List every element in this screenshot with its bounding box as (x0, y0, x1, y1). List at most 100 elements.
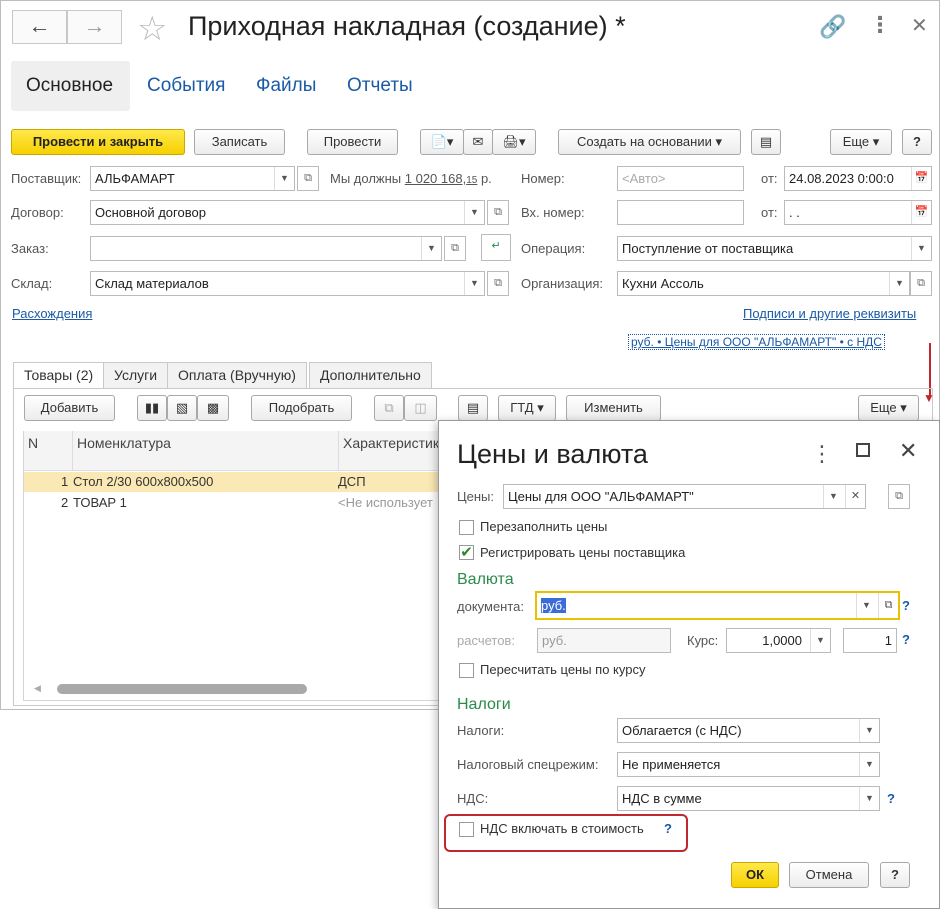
scroll-left-icon[interactable]: ◀ (34, 683, 41, 694)
discrepancies-link[interactable]: Расхождения (12, 306, 92, 321)
prices-field[interactable]: Цены для ООО "АЛЬФАМАРТ" ▼ ✕ (503, 484, 866, 509)
create-based-on-button[interactable]: Создать на основании ▾ (558, 129, 741, 155)
help-icon[interactable]: ? (902, 632, 910, 647)
table-settings-icon[interactable]: ▤ (458, 395, 488, 421)
email-button[interactable]: ✉ (463, 129, 493, 155)
open-icon[interactable]: ⧉ (444, 236, 466, 261)
back-button[interactable]: ← (12, 10, 67, 44)
order-field[interactable]: ▼ (90, 236, 442, 261)
add-button[interactable]: Добавить (24, 395, 115, 421)
cancel-button[interactable]: Отмена (789, 862, 869, 888)
incoming-date-field[interactable]: . . 📅 (784, 200, 932, 225)
chevron-down-icon[interactable]: ▼ (856, 593, 876, 618)
open-icon[interactable]: ⧉ (297, 166, 319, 191)
print-button[interactable]: 🖨▾ (492, 129, 536, 155)
tab-files[interactable]: Файлы (241, 61, 331, 111)
chevron-down-icon[interactable]: ▼ (911, 237, 931, 260)
calendar-icon[interactable]: 📅 (911, 201, 931, 224)
incoming-number-field[interactable] (617, 200, 744, 225)
open-icon[interactable]: ⧉ (487, 271, 509, 296)
more-goods-button[interactable]: Еще ▾ (858, 395, 919, 421)
forward-button[interactable]: → (67, 10, 122, 44)
rate-field[interactable]: 1,0000 ▼ (726, 628, 831, 653)
dialog-help-button[interactable]: ? (880, 862, 910, 888)
close-icon[interactable]: ✕ (899, 438, 917, 464)
vat-field[interactable]: НДС в сумме ▼ (617, 786, 880, 811)
clear-icon[interactable]: ✕ (845, 485, 865, 508)
prices-currency-link[interactable]: руб. • Цены для ООО "АЛЬФАМАРТ" • с НДС (628, 334, 885, 350)
fill-from-order-icon[interactable]: ↵ (481, 234, 511, 261)
help-button[interactable]: ? (902, 129, 932, 155)
help-icon[interactable]: ? (887, 791, 895, 806)
tab-events[interactable]: События (132, 61, 240, 111)
tab-reports[interactable]: Отчеты (332, 61, 428, 111)
column-header-characteristic[interactable]: Характеристик (338, 431, 442, 471)
help-icon[interactable]: ? (902, 598, 910, 613)
horizontal-scrollbar[interactable] (57, 684, 307, 694)
post-button[interactable]: Провести (307, 129, 398, 155)
open-icon[interactable]: ⧉ (487, 200, 509, 225)
organization-field[interactable]: Кухни Ассоль ▼ (617, 271, 910, 296)
open-icon[interactable]: ⧉ (910, 271, 932, 296)
taxes-field[interactable]: Облагается (с НДС) ▼ (617, 718, 880, 743)
tab-goods[interactable]: Товары (2) (13, 362, 105, 389)
calendar-icon[interactable]: 📅 (911, 167, 931, 190)
copy-icon[interactable]: ⧉ (374, 395, 404, 421)
maximize-icon[interactable] (856, 443, 870, 457)
star-icon[interactable]: ☆ (137, 9, 167, 49)
tax-regime-field[interactable]: Не применяется ▼ (617, 752, 880, 777)
chevron-down-icon[interactable]: ▼ (859, 719, 879, 742)
chevron-down-icon[interactable]: ▼ (274, 167, 294, 190)
close-icon[interactable]: ✕ (911, 13, 928, 38)
column-header-n[interactable]: N (24, 431, 72, 471)
contract-field[interactable]: Основной договор ▼ (90, 200, 485, 225)
tab-services[interactable]: Услуги (103, 362, 169, 389)
chevron-down-icon[interactable]: ▼ (421, 237, 441, 260)
more-options-icon[interactable]: ⋮ (869, 12, 891, 38)
paste-icon[interactable]: ◫ (404, 395, 437, 421)
table-row[interactable]: 1 Стол 2/30 600х800х500 ДСП (24, 472, 442, 492)
date-field[interactable]: 24.08.2023 0:00:0 📅 (784, 166, 932, 191)
tab-additional[interactable]: Дополнительно (309, 362, 432, 389)
chevron-down-icon[interactable]: ▼ (464, 272, 484, 295)
print-form-button[interactable]: 📄▾ (420, 129, 464, 155)
chevron-down-icon[interactable]: ▼ (889, 272, 909, 295)
open-icon[interactable]: ⧉ (878, 593, 898, 618)
barcode-icon[interactable]: ▮▮ (137, 395, 167, 421)
gtd-button[interactable]: ГТД ▾ (498, 395, 556, 421)
open-icon[interactable]: ⧉ (888, 484, 910, 509)
recalc-prices-checkbox[interactable] (459, 663, 474, 678)
scanner-icon[interactable]: ▧ (167, 395, 197, 421)
supplier-field[interactable]: АЛЬФАМАРТ ▼ (90, 166, 295, 191)
multiplicity-field[interactable]: 1 (843, 628, 897, 653)
vat-include-checkbox[interactable] (459, 822, 474, 837)
operation-field[interactable]: Поступление от поставщика ▼ (617, 236, 932, 261)
structure-icon[interactable]: ▤ (751, 129, 781, 155)
pick-button[interactable]: Подобрать (251, 395, 352, 421)
chevron-down-icon[interactable]: ▼ (823, 485, 843, 508)
help-icon[interactable]: ? (664, 821, 672, 836)
refill-prices-checkbox[interactable] (459, 520, 474, 535)
chevron-down-icon[interactable]: ▼ (859, 787, 879, 810)
number-field[interactable]: <Авто> (617, 166, 744, 191)
chevron-down-icon[interactable]: ▼ (464, 201, 484, 224)
more-button[interactable]: Еще ▾ (830, 129, 892, 155)
data-collection-icon[interactable]: ▩ (197, 395, 229, 421)
post-and-close-button[interactable]: Провести и закрыть (11, 129, 185, 155)
warehouse-field[interactable]: Склад материалов ▼ (90, 271, 485, 296)
signatures-link[interactable]: Подписи и другие реквизиты (743, 306, 916, 321)
column-header-nomenclature[interactable]: Номенклатура (72, 431, 338, 471)
table-row[interactable]: 2 ТОВАР 1 <Не использует (24, 493, 442, 513)
owe-amount[interactable]: 1 020 168,15 (405, 171, 478, 186)
register-prices-checkbox[interactable]: ✔ (459, 545, 474, 560)
link-icon[interactable]: 🔗 (819, 14, 846, 40)
tab-payment[interactable]: Оплата (Вручную) (167, 362, 307, 389)
chevron-down-icon[interactable]: ▼ (810, 629, 830, 652)
more-options-icon[interactable]: ⋮ (811, 441, 833, 467)
document-currency-field[interactable]: руб. ▼ ⧉ (535, 591, 900, 620)
ok-button[interactable]: ОК (731, 862, 779, 888)
save-button[interactable]: Записать (194, 129, 285, 155)
change-button[interactable]: Изменить (566, 395, 661, 421)
chevron-down-icon[interactable]: ▼ (859, 753, 879, 776)
tab-main[interactable]: Основное (11, 61, 130, 111)
